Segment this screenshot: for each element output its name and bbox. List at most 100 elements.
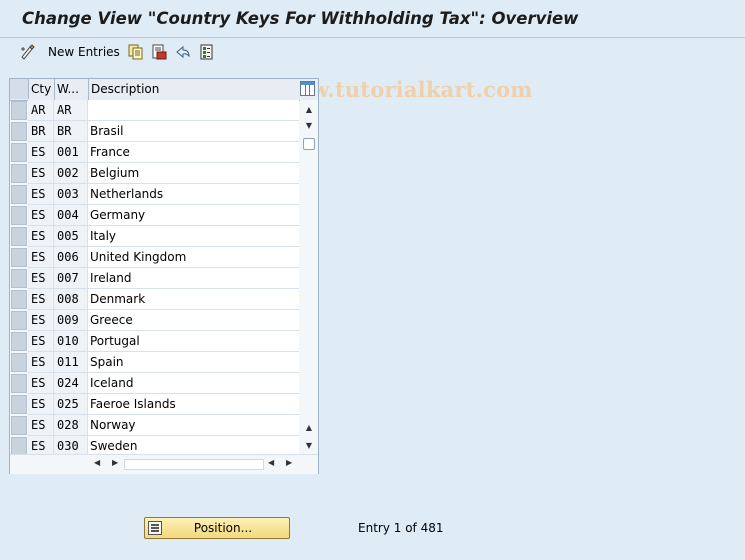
cell-description[interactable]: Iceland [88,373,299,394]
position-button-label: Position... [193,521,253,535]
cell-cty: ES [28,184,54,205]
table-row: ES 009 Greece [10,310,300,331]
row-selector[interactable] [11,122,27,141]
table-row: ES 005 Italy [10,226,300,247]
cell-w: 007 [54,268,88,289]
row-selector[interactable] [11,374,27,393]
cell-description[interactable]: Ireland [88,268,299,289]
scroll-down-icon[interactable]: ▼ [304,120,314,130]
table-row: ES 008 Denmark [10,289,300,310]
cell-cty: ES [28,205,54,226]
scroll-up-icon[interactable]: ▲ [304,422,314,432]
table-row: ES 002 Belgium [10,163,300,184]
delete-icon[interactable] [151,44,167,60]
cell-cty: BR [28,121,54,142]
row-selector[interactable] [11,227,27,246]
copy-icon[interactable] [128,44,144,60]
cell-description[interactable]: Italy [88,226,299,247]
row-selector[interactable] [11,311,27,330]
cell-w: BR [54,121,88,142]
cell-cty: ES [28,268,54,289]
cell-description[interactable]: Germany [88,205,299,226]
column-header-description[interactable]: Description [91,82,159,96]
cell-w: 001 [54,142,88,163]
table-settings-icon[interactable] [300,81,315,96]
cell-w: 011 [54,352,88,373]
cell-description[interactable]: Portugal [88,331,299,352]
table-row: ES 025 Faeroe Islands [10,394,300,415]
cell-description[interactable]: France [88,142,299,163]
table-row: BR BR Brasil [10,121,300,142]
cell-description[interactable]: Spain [88,352,299,373]
undo-icon[interactable] [175,44,191,60]
cell-description[interactable]: Netherlands [88,184,299,205]
row-selector[interactable] [11,248,27,267]
position-button[interactable]: Position... [144,517,290,539]
cell-description[interactable] [88,100,299,121]
row-selector[interactable] [11,185,27,204]
cell-description[interactable]: Faeroe Islands [88,394,299,415]
row-selector[interactable] [11,395,27,414]
select-all-rows-button[interactable] [10,79,29,99]
table-row: ES 028 Norway [10,415,300,436]
scroll-right-icon[interactable]: ▶ [112,458,118,467]
cell-description[interactable]: Belgium [88,163,299,184]
cell-w: 009 [54,310,88,331]
table-row: ES 003 Netherlands [10,184,300,205]
row-selector[interactable] [11,290,27,309]
select-all-icon[interactable] [199,44,215,60]
cell-description[interactable]: Brasil [88,121,299,142]
vertical-scrollbar[interactable]: ▲ ▼ ▲ ▼ [300,100,318,453]
cell-cty: ES [28,331,54,352]
cell-description[interactable]: Greece [88,310,299,331]
cell-cty: ES [28,415,54,436]
horizontal-scrollbar[interactable]: ◀ ▶ ◀ ▶ [10,454,318,474]
cell-description[interactable]: Denmark [88,289,299,310]
cell-cty: AR [28,100,54,121]
table-control: Cty W... Description AR AR BR BR Brasil ES 0… [9,78,319,474]
cell-description[interactable]: Norway [88,415,299,436]
cell-cty: ES [28,352,54,373]
table-header: Cty W... Description [10,79,318,101]
scroll-up-icon[interactable]: ▲ [304,104,314,114]
row-selector[interactable] [11,101,27,120]
scroll-track[interactable] [124,459,264,470]
table-body: AR AR BR BR Brasil ES 001 France ES 002 Belgium… [10,100,300,457]
cell-description[interactable]: United Kingdom [88,247,299,268]
cell-w: AR [54,100,88,121]
row-selector[interactable] [11,143,27,162]
column-separator [88,79,89,100]
page-title: Change View "Country Keys For Withholdin… [22,9,579,28]
row-selector[interactable] [11,332,27,351]
row-selector[interactable] [11,269,27,288]
application-toolbar: New Entries © www.tutorialkart.com [0,38,745,102]
scroll-left-icon[interactable]: ◀ [94,458,100,467]
row-selector[interactable] [11,206,27,225]
row-selector[interactable] [11,353,27,372]
table-row: ES 004 Germany [10,205,300,226]
cell-w: 024 [54,373,88,394]
column-header-w[interactable]: W... [57,82,79,96]
row-selector[interactable] [11,416,27,435]
cell-cty: ES [28,289,54,310]
scroll-thumb[interactable] [303,138,315,150]
cell-w: 025 [54,394,88,415]
cell-cty: ES [28,394,54,415]
cell-cty: ES [28,373,54,394]
table-row: ES 001 France [10,142,300,163]
table-row: ES 010 Portugal [10,331,300,352]
cell-w: 004 [54,205,88,226]
scroll-down-icon[interactable]: ▼ [304,440,314,450]
table-row: ES 007 Ireland [10,268,300,289]
cell-w: 008 [54,289,88,310]
table-row: ES 011 Spain [10,352,300,373]
edit-toggle-icon[interactable] [19,44,35,60]
scroll-left-icon[interactable]: ◀ [268,458,274,467]
column-header-cty[interactable]: Cty [31,82,51,96]
row-selector[interactable] [11,164,27,183]
new-entries-button[interactable]: New Entries [48,45,120,59]
cell-w: 003 [54,184,88,205]
cell-w: 006 [54,247,88,268]
scroll-right-icon[interactable]: ▶ [286,458,292,467]
cell-w: 028 [54,415,88,436]
